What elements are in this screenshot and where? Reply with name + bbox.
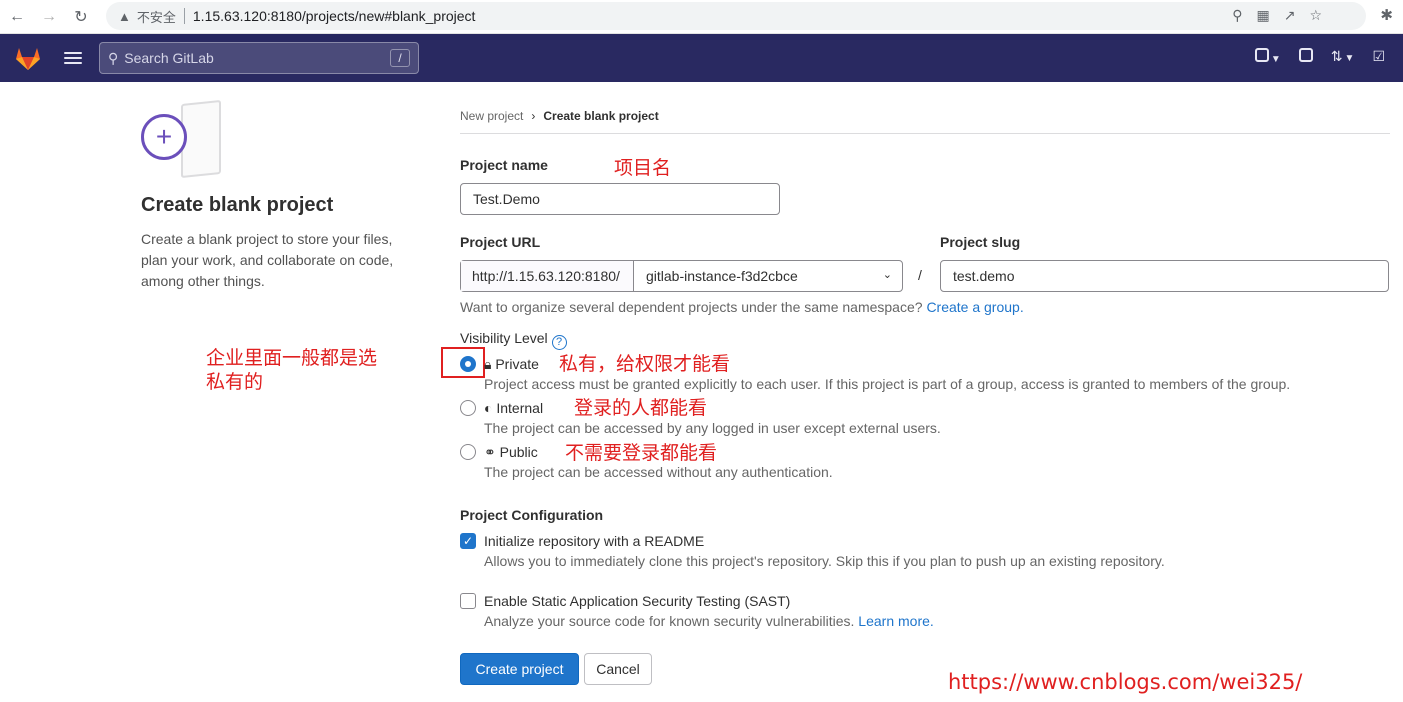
config-label: Project Configuration (460, 507, 604, 523)
address-separator (183, 8, 185, 24)
visibility-internal-label: Internal (496, 400, 544, 416)
gitlab-header: ⚲ Search GitLab / ▼ ⇅ ▼ ☑ (0, 34, 1403, 82)
address-actions: ⚲ ▦ ↗ ☆ (1232, 7, 1322, 24)
search-placeholder: Search GitLab (124, 50, 214, 66)
visibility-private-label: Private (495, 356, 539, 372)
namespace-help-text: Want to organize several dependent proje… (460, 299, 923, 315)
create-project-form: New project › Create blank project (460, 108, 1390, 134)
visibility-public-help: The project can be accessed without any … (484, 464, 833, 480)
project-slug-input[interactable]: test.demo (940, 260, 1389, 292)
share-icon[interactable]: ↗ (1284, 7, 1296, 24)
url-slash: / (918, 267, 922, 283)
visibility-private-radio[interactable] (460, 356, 476, 372)
readme-label[interactable]: Initialize repository with a README (484, 533, 704, 549)
extensions-icon[interactable]: ✱ (1380, 6, 1393, 24)
sast-label[interactable]: Enable Static Application Security Testi… (484, 593, 790, 609)
visibility-internal-help: The project can be accessed by any logge… (484, 420, 941, 436)
project-url-group: http://1.15.63.120:8180/ gitlab-instance… (460, 260, 903, 292)
visibility-public-option[interactable]: ⚭ Public (484, 444, 538, 461)
insecure-label: 不安全 (136, 9, 176, 25)
readme-checkbox[interactable]: ✓ (460, 533, 476, 549)
namespace-value: gitlab-instance-f3d2cbce (646, 268, 798, 284)
visibility-private-help: Project access must be granted explicitl… (484, 376, 1291, 392)
breadcrumb-parent[interactable]: New project (460, 109, 523, 123)
url-prefix: http://1.15.63.120:8180/ (461, 261, 634, 291)
browser-toolbar: ← → ↻ ▲ 不安全 1.15.63.120:8180/projects/ne… (0, 0, 1403, 34)
address-url: 1.15.63.120:8180/projects/new#blank_proj… (192, 8, 476, 24)
annotation-enterprise: 企业里面一般都是选 私有的 (206, 346, 377, 394)
search-shortcut: / (390, 49, 410, 67)
translate-icon[interactable]: ▦ (1256, 7, 1269, 24)
key-icon[interactable]: ⚲ (1232, 7, 1242, 24)
breadcrumb: New project › Create blank project (460, 108, 1390, 134)
namespace-help: Want to organize several dependent proje… (460, 299, 1024, 315)
visibility-public-label: Public (499, 444, 538, 460)
create-new-icon[interactable]: ▼ (1254, 48, 1281, 65)
page-description: Create a blank project to store your fil… (141, 231, 394, 289)
namespace-select[interactable]: gitlab-instance-f3d2cbce ⌄ (634, 261, 902, 291)
plus-icon: + (141, 114, 187, 160)
annotation-public: 不需要登录都能看 (565, 442, 718, 464)
visibility-public-radio[interactable] (460, 444, 476, 460)
warning-icon: ▲ (118, 8, 131, 24)
lock-icon: 🔒︎ (484, 356, 492, 372)
project-slug-label: Project slug (940, 234, 1021, 250)
visibility-internal-radio[interactable] (460, 400, 476, 416)
page-illustration (181, 99, 221, 179)
bookmark-star-icon[interactable]: ☆ (1309, 7, 1322, 24)
chevron-right-icon: › (531, 108, 536, 123)
sast-checkbox[interactable] (460, 593, 476, 609)
annotation-internal: 登录的人都能看 (574, 397, 708, 419)
visibility-internal-option[interactable]: ◐ Internal (484, 400, 543, 416)
create-group-link[interactable]: Create a group. (926, 299, 1023, 315)
annotation-enterprise-line1: 企业里面一般都是选 (206, 347, 378, 369)
watermark: https://www.cnblogs.com/wei325/ (948, 670, 1303, 694)
learn-more-link[interactable]: Learn more. (858, 613, 933, 629)
page-title: Create blank project (141, 194, 334, 216)
menu-icon[interactable] (64, 49, 82, 67)
annotation-private: 私有，给权限才能看 (559, 353, 731, 375)
search-input[interactable]: ⚲ Search GitLab / (99, 42, 419, 74)
annotation-enterprise-line2: 私有的 (206, 371, 264, 393)
header-actions: ▼ ⇅ ▼ ☑ (1254, 48, 1385, 65)
issues-icon[interactable] (1298, 48, 1313, 65)
shield-icon: ◐ (484, 400, 493, 416)
project-url-label: Project URL (460, 234, 541, 250)
sast-help-text: Analyze your source code for known secur… (484, 613, 855, 629)
merge-requests-icon[interactable]: ⇅ ▼ (1331, 48, 1355, 65)
todos-icon[interactable]: ☑ (1372, 48, 1385, 65)
forward-icon[interactable]: → (34, 2, 64, 32)
readme-help: Allows you to immediately clone this pro… (484, 553, 1165, 569)
chevron-down-icon: ⌄ (882, 269, 892, 281)
left-panel: + Create blank project Create a blank pr… (141, 98, 431, 292)
cancel-button[interactable]: Cancel (584, 653, 652, 685)
search-icon: ⚲ (108, 49, 119, 66)
blank-project-illustration: + (141, 98, 231, 180)
globe-icon: ⚭ (484, 444, 496, 460)
annotation-project-name: 项目名 (614, 157, 672, 179)
sast-help: Analyze your source code for known secur… (484, 613, 934, 629)
reload-icon[interactable]: ↻ (66, 2, 96, 32)
visibility-label-text: Visibility Level (460, 330, 548, 346)
project-name-input[interactable]: Test.Demo (460, 183, 780, 215)
breadcrumb-current: Create blank project (543, 108, 659, 123)
address-bar[interactable]: ▲ 不安全 1.15.63.120:8180/projects/new#blan… (106, 2, 1366, 30)
visibility-private-option[interactable]: 🔒︎ Private (484, 356, 539, 373)
help-icon[interactable]: ? (551, 335, 567, 350)
gitlab-logo-icon[interactable] (14, 45, 42, 71)
project-name-label: Project name (460, 157, 548, 173)
back-icon[interactable]: ← (2, 2, 32, 32)
create-project-button[interactable]: Create project (460, 653, 579, 685)
